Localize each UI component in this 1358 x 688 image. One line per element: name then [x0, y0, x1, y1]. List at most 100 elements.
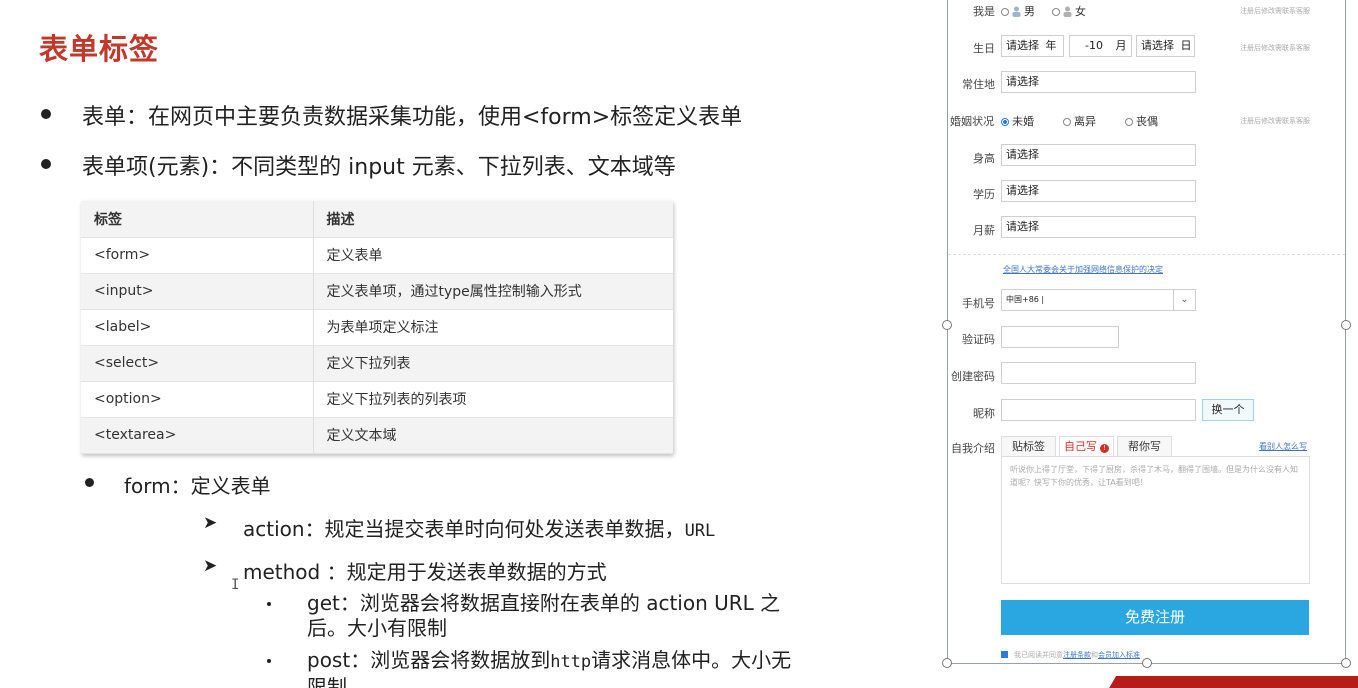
- agree-checkbox[interactable]: [1001, 651, 1008, 658]
- birth-month-select[interactable]: -10 月: [1069, 35, 1132, 57]
- i-am-label: 我是: [973, 5, 995, 18]
- female-label: 女: [1075, 5, 1086, 18]
- height-select[interactable]: 请选择: [1001, 144, 1196, 166]
- bullet-dot: [267, 659, 271, 663]
- marital-label: 婚姻状况: [950, 115, 994, 128]
- gender-hint: 注册后修改需联系客服: [1240, 7, 1310, 15]
- marital-option-label: 丧偶: [1136, 115, 1158, 128]
- action-point-text: action：规定当提交表单时向何处发送表单数据，: [243, 517, 685, 541]
- table-header-tag: 标签: [81, 201, 314, 238]
- birthday-label: 生日: [973, 42, 995, 55]
- method-point: ➤ method ：规定用于发送表单数据的方式: [203, 556, 607, 585]
- arrow-bullet-icon: ➤: [203, 513, 218, 533]
- residence-select[interactable]: 请选择: [1001, 71, 1196, 93]
- bullet-form-definition: 表单：在网页中主要负责数据采集功能，使用<form>标签定义表单: [41, 99, 743, 131]
- table-cell-desc: 为表单项定义标注: [313, 309, 673, 346]
- bullet-dot: [267, 602, 271, 606]
- marital-options: 未婚 离异 丧偶: [1001, 113, 1158, 129]
- phone-country-code: 中国+86 |: [1006, 295, 1045, 304]
- intro-tabs: 贴标签 自己写! 帮你写: [1001, 436, 1175, 456]
- law-link[interactable]: 全国人大常委会关于加强网络信息保护的决定: [1003, 264, 1163, 275]
- resize-handle[interactable]: [942, 658, 952, 668]
- male-radio[interactable]: [1001, 8, 1009, 16]
- member-standard-link[interactable]: 会员加入标准: [1098, 651, 1140, 659]
- text-cursor-icon: I: [231, 577, 240, 593]
- resize-handle[interactable]: [1142, 658, 1152, 668]
- widowed-radio[interactable]: [1125, 118, 1133, 126]
- action-point-url: URL: [684, 521, 716, 541]
- method-point-text: method ：规定用于发送表单数据的方式: [243, 560, 607, 584]
- resize-handle[interactable]: [1341, 658, 1351, 668]
- captcha-input[interactable]: [1001, 326, 1119, 348]
- form-point: form：定义表单: [85, 470, 271, 499]
- get-point: get：浏览器会将数据直接附在表单的 action URL 之后。大小有限制: [267, 591, 797, 641]
- birth-day-select[interactable]: 请选择 日: [1136, 35, 1195, 57]
- birth-year-select[interactable]: 请选择 年: [1001, 35, 1064, 57]
- section-divider: [948, 254, 1345, 255]
- table-row: <textarea> 定义文本域: [81, 417, 673, 454]
- resize-handle[interactable]: [942, 320, 952, 330]
- corner-banner: [1108, 676, 1358, 688]
- intro-label: 自我介绍: [951, 442, 995, 455]
- agree-mid: 和: [1091, 651, 1098, 659]
- marital-option-label: 离异: [1074, 115, 1096, 128]
- resize-handle[interactable]: [1341, 320, 1351, 330]
- post-point-text-1: post：浏览器会将数据放到: [307, 648, 551, 672]
- table-row: <label> 为表单项定义标注: [81, 309, 673, 346]
- tab-tags[interactable]: 贴标签: [1001, 436, 1056, 456]
- person-icon: [1063, 6, 1072, 17]
- residence-label: 常住地: [962, 78, 995, 91]
- table-cell-tag: <textarea>: [81, 417, 314, 454]
- nickname-input[interactable]: [1001, 399, 1196, 421]
- others-intro-link[interactable]: 看别人怎么写: [1259, 441, 1307, 452]
- bullet-text: 表单：在网页中主要负责数据采集功能，使用<form>标签定义表单: [82, 105, 743, 130]
- nickname-label: 昵称: [973, 407, 995, 420]
- male-label: 男: [1024, 5, 1035, 18]
- arrow-bullet-icon: ➤: [203, 556, 218, 576]
- intro-textarea[interactable]: 听说你上得了厅堂，下得了厨房，杀得了木马，翻得了围墙。但是为什么没有人知道呢？快…: [1001, 456, 1310, 584]
- table-cell-desc: 定义下拉列表的列表项: [313, 381, 673, 418]
- table-cell-tag: <form>: [81, 237, 314, 274]
- table-cell-tag: <label>: [81, 309, 314, 346]
- registration-form-image[interactable]: 我是 男 女 注册后修改需联系客服 生日 请选择 年 -10 月 请选择 日 注…: [947, 0, 1346, 664]
- register-button[interactable]: 免费注册: [1001, 600, 1309, 635]
- phone-input[interactable]: 中国+86 | ⌄: [1001, 289, 1196, 311]
- action-point: ➤ action：规定当提交表单时向何处发送表单数据，URL: [203, 513, 716, 542]
- education-select[interactable]: 请选择: [1001, 180, 1196, 202]
- birth-year-unit: 年: [1045, 39, 1057, 52]
- tab-write-myself[interactable]: 自己写!: [1059, 436, 1114, 456]
- gender-options: 男 女: [1001, 3, 1086, 19]
- change-nickname-button[interactable]: 换一个: [1202, 399, 1254, 421]
- terms-link[interactable]: 注册条款: [1063, 651, 1091, 659]
- tab-label: 自己写: [1064, 440, 1097, 453]
- height-label: 身高: [973, 152, 995, 165]
- slide-title: 表单标签: [39, 32, 160, 66]
- password-input[interactable]: [1001, 362, 1196, 384]
- password-label: 创建密码: [951, 370, 995, 383]
- table-cell-tag: <option>: [81, 381, 314, 418]
- birth-month-unit: 月: [1115, 39, 1127, 52]
- table-row: <option> 定义下拉列表的列表项: [81, 381, 673, 418]
- table-row: <select> 定义下拉列表: [81, 345, 673, 382]
- table-header-desc: 描述: [313, 201, 673, 238]
- table-cell-desc: 定义表单: [313, 237, 673, 274]
- birth-day-unit: 日: [1180, 39, 1192, 52]
- chevron-down-icon[interactable]: ⌄: [1173, 290, 1195, 310]
- bullet-text: 表单项(元素)：不同类型的 input 元素、下拉列表、文本域等: [82, 155, 676, 180]
- education-label: 学历: [973, 188, 995, 201]
- table-cell-desc: 定义下拉列表: [313, 345, 673, 382]
- post-point-http: http: [550, 652, 592, 672]
- salary-label: 月薪: [973, 224, 995, 237]
- tag-table: 标签 描述 <form> 定义表单 <input> 定义表单项，通过type属性…: [81, 201, 673, 454]
- table-cell-desc: 定义表单项，通过type属性控制输入形式: [313, 273, 673, 310]
- unmarried-radio[interactable]: [1001, 118, 1009, 126]
- tab-help-write[interactable]: 帮你写: [1117, 436, 1172, 456]
- salary-select[interactable]: 请选择: [1001, 216, 1196, 238]
- post-point: post：浏览器会将数据放到http请求消息体中。大小无限制: [267, 648, 797, 688]
- table-cell-tag: <select>: [81, 345, 314, 382]
- divorced-radio[interactable]: [1063, 118, 1071, 126]
- table-row: <form> 定义表单: [81, 237, 673, 274]
- female-radio[interactable]: [1052, 8, 1060, 16]
- birth-day-value: 请选择: [1141, 39, 1174, 52]
- birthday-hint: 注册后修改需联系客服: [1240, 44, 1310, 52]
